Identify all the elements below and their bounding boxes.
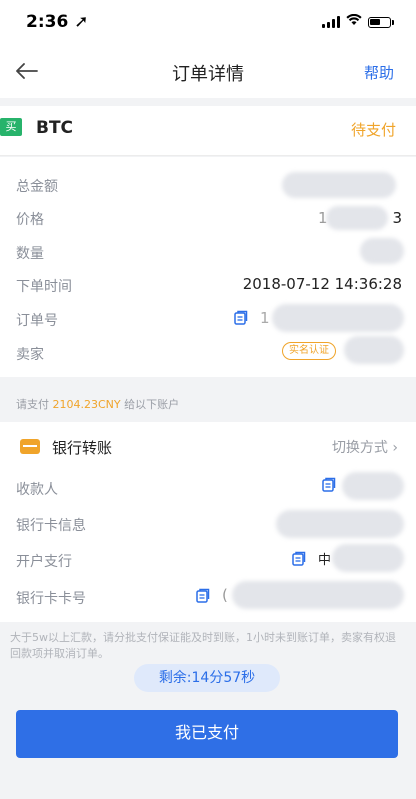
order-number-fragment: 1 — [260, 309, 270, 327]
total-amount-label: 总金额 — [16, 179, 58, 195]
page-title: 订单详情 — [172, 64, 244, 85]
price-label: 价格 — [16, 212, 44, 228]
bank-card-icon — [20, 439, 40, 454]
nav-bar: 订单详情 帮助 — [0, 44, 416, 98]
status-bar: 2:36 ➚ — [0, 0, 416, 44]
pay-hint: 请支付 2104.23CNY 给以下账户 — [16, 398, 180, 411]
status-time: 2:36 ➚ — [26, 12, 89, 32]
card-info-label: 银行卡信息 — [16, 518, 86, 534]
total-amount-value — [282, 172, 396, 198]
card-info-value — [276, 510, 404, 538]
help-link[interactable]: 帮助 — [364, 62, 394, 83]
seller-label: 卖家 — [16, 347, 44, 363]
payee-label: 收款人 — [16, 482, 58, 498]
signal-icon — [322, 16, 340, 28]
wifi-icon — [346, 13, 362, 30]
copy-icon[interactable] — [322, 477, 336, 492]
verified-badge: 实名认证 — [282, 342, 336, 360]
transfer-notice: 大于5w以上汇款，请分批支付保证能及时到账，1小时未到账订单，卖家有权退回款项并… — [10, 631, 396, 660]
order-number-value — [272, 304, 404, 332]
price-fragment-right: 3 — [392, 209, 402, 227]
price-value — [326, 206, 388, 230]
pay-amount: 2104.23CNY — [52, 398, 121, 411]
branch-fragment: 中 — [318, 553, 332, 568]
card-number-fragment: ( — [222, 586, 228, 604]
paid-confirm-button[interactable]: 我已支付 — [16, 710, 398, 758]
order-time-value: 2018-07-12 14:36:28 — [242, 275, 402, 293]
bank-transfer-title: 银行转账 — [52, 439, 113, 457]
seller-name — [344, 336, 404, 364]
quantity-label: 数量 — [16, 246, 44, 262]
copy-icon[interactable] — [234, 310, 248, 325]
coin-name: BTC — [36, 118, 74, 138]
order-time-label: 下单时间 — [16, 279, 72, 295]
switch-method-button[interactable]: 切换方式 › — [332, 437, 398, 457]
card-number-label: 银行卡卡号 — [16, 591, 86, 607]
branch-value — [332, 544, 404, 572]
branch-label: 开户支行 — [16, 554, 72, 570]
card-number-value — [232, 581, 404, 609]
payee-value — [342, 472, 404, 500]
copy-icon[interactable] — [292, 551, 306, 566]
quantity-value — [360, 238, 404, 264]
countdown-timer: 剩余:14分57秒 — [134, 664, 280, 692]
order-number-label: 订单号 — [16, 313, 58, 329]
status-icons — [322, 13, 394, 30]
copy-icon[interactable] — [196, 588, 210, 603]
buy-badge: 买 — [0, 118, 22, 136]
battery-icon — [368, 16, 394, 28]
order-status: 待支付 — [350, 121, 396, 139]
